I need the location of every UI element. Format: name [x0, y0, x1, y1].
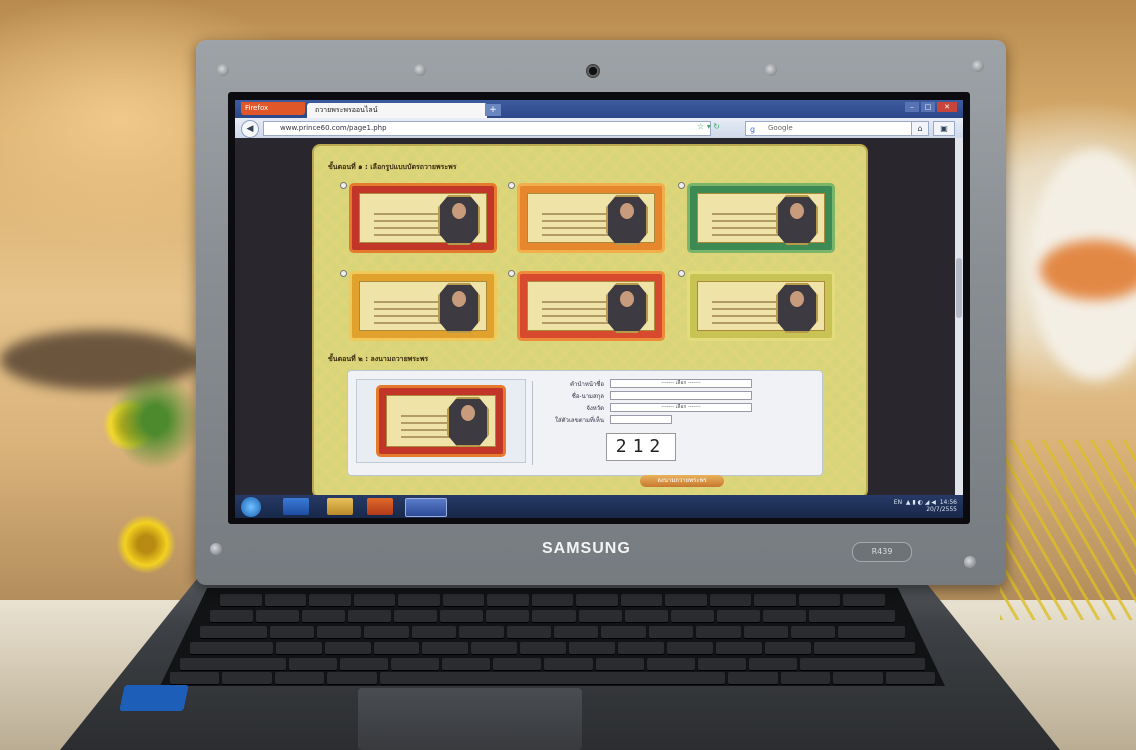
portrait-image	[447, 397, 489, 447]
screw	[765, 64, 777, 76]
maximize-icon[interactable]: □	[921, 102, 935, 112]
sign-form-box: คำนำหน้าชื่อ ------- เลือก ------- ชื่อ-…	[347, 370, 823, 487]
screw	[414, 64, 426, 76]
clock-date: 20/7/2555	[926, 506, 957, 513]
design-radio[interactable]	[508, 270, 515, 277]
laptop-screen: Firefox ถวายพระพรออนไลน์ + – □ ✕ ◀ www.p…	[235, 100, 963, 518]
yellow-flower	[116, 514, 176, 574]
submit-button[interactable]: ลงนามถวายพระพร	[640, 475, 724, 487]
captcha-label: ใส่ตัวเลขตามที่เห็น	[555, 416, 604, 424]
url-bar[interactable]: www.prince60.com/page1.php	[263, 121, 711, 136]
screw	[217, 64, 229, 76]
bookmark-star-icon[interactable]: ☆ ▾ ↻	[697, 122, 720, 131]
portrait-image	[776, 195, 818, 245]
title-label: คำนำหน้าชื่อ	[570, 380, 604, 388]
name-input[interactable]	[610, 391, 752, 400]
province-select[interactable]: ------- เลือก -------	[610, 403, 752, 412]
intel-sticker	[119, 685, 189, 711]
model-badge: R439	[852, 542, 912, 562]
title-row: คำนำหน้าชื่อ ------- เลือก -------	[544, 379, 752, 388]
name-label: ชื่อ-นามสกุล	[571, 392, 604, 400]
scroll-thumb[interactable]	[956, 258, 962, 318]
ie-icon[interactable]	[283, 498, 309, 515]
language-indicator[interactable]: EN	[894, 499, 902, 506]
scrollbar[interactable]	[955, 138, 963, 495]
browser-tabbar: Firefox ถวายพระพรออนไลน์ + – □ ✕	[235, 100, 963, 118]
windows-taskbar: EN ▲ ▮ ◐ ◢ ◀ 14:56 20/7/2555	[235, 495, 963, 518]
back-arrow-icon[interactable]: ◀	[241, 120, 259, 138]
province-row: จังหวัด ------- เลือก -------	[544, 403, 752, 412]
captcha-input[interactable]	[610, 415, 672, 424]
green-leaves	[110, 370, 200, 470]
blessing-card-panel: ขั้นตอนที่ ๑ : เลือกรูปแบบบัตรถวายพระพร	[312, 144, 868, 498]
selected-card-preview	[356, 379, 526, 463]
webcam	[586, 64, 600, 78]
browser-navbar: ◀ www.prince60.com/page1.php ☆ ▾ ↻ g Goo…	[235, 118, 963, 138]
preview-card	[379, 388, 503, 454]
portrait-image	[776, 283, 818, 333]
name-row: ชื่อ-นามสกุล	[544, 391, 752, 400]
touchpad	[358, 688, 582, 750]
screw	[210, 543, 222, 555]
firefox-menu-button[interactable]: Firefox	[241, 102, 305, 115]
close-icon[interactable]: ✕	[937, 102, 957, 112]
google-icon: g	[750, 125, 756, 134]
card-design-option[interactable]	[352, 274, 494, 338]
design-radio[interactable]	[678, 182, 685, 189]
card-design-option[interactable]	[690, 274, 832, 338]
firefox-icon[interactable]	[405, 498, 447, 517]
title-select[interactable]: ------- เลือก -------	[610, 379, 752, 388]
design-radio[interactable]	[508, 182, 515, 189]
start-button-icon[interactable]	[241, 497, 261, 517]
captcha-image: 212	[606, 433, 676, 461]
brand-logo: SAMSUNG	[542, 540, 631, 557]
screw	[964, 556, 976, 568]
browser-tab[interactable]: ถวายพระพรออนไลน์	[307, 103, 487, 118]
window-controls: – □ ✕	[905, 102, 957, 112]
card-design-option[interactable]	[352, 186, 494, 250]
new-tab-button[interactable]: +	[485, 104, 501, 116]
straw-decoration	[1000, 440, 1136, 620]
design-radio[interactable]	[340, 270, 347, 277]
media-player-icon[interactable]	[367, 498, 393, 515]
province-label: จังหวัด	[586, 404, 604, 412]
search-input[interactable]: g Google	[745, 121, 919, 136]
captcha-row: ใส่ตัวเลขตามที่เห็น	[544, 415, 672, 424]
portrait-image	[438, 283, 480, 333]
home-icon[interactable]: ⌂	[911, 121, 929, 136]
keyboard	[160, 588, 945, 686]
portrait-image	[438, 195, 480, 245]
card-design-option[interactable]	[690, 186, 832, 250]
section2-title: ขั้นตอนที่ ๒ : ลงนามถวายพระพร	[328, 355, 429, 363]
design-radio[interactable]	[340, 182, 347, 189]
clock-time: 14:56	[939, 499, 957, 506]
screw	[972, 60, 984, 72]
section1-title: ขั้นตอนที่ ๑ : เลือกรูปแบบบัตรถวายพระพร	[328, 163, 457, 171]
folder-icon[interactable]	[327, 498, 353, 515]
minimize-icon[interactable]: –	[905, 102, 919, 112]
design-radio[interactable]	[678, 270, 685, 277]
system-tray: EN ▲ ▮ ◐ ◢ ◀ 14:56 20/7/2555	[893, 499, 957, 513]
form-divider	[532, 381, 533, 465]
card-design-option[interactable]	[520, 274, 662, 338]
search-placeholder: Google	[768, 124, 793, 132]
portrait-image	[606, 283, 648, 333]
downloads-icon[interactable]: ▣	[933, 121, 955, 136]
card-design-option[interactable]	[520, 186, 662, 250]
portrait-image	[606, 195, 648, 245]
